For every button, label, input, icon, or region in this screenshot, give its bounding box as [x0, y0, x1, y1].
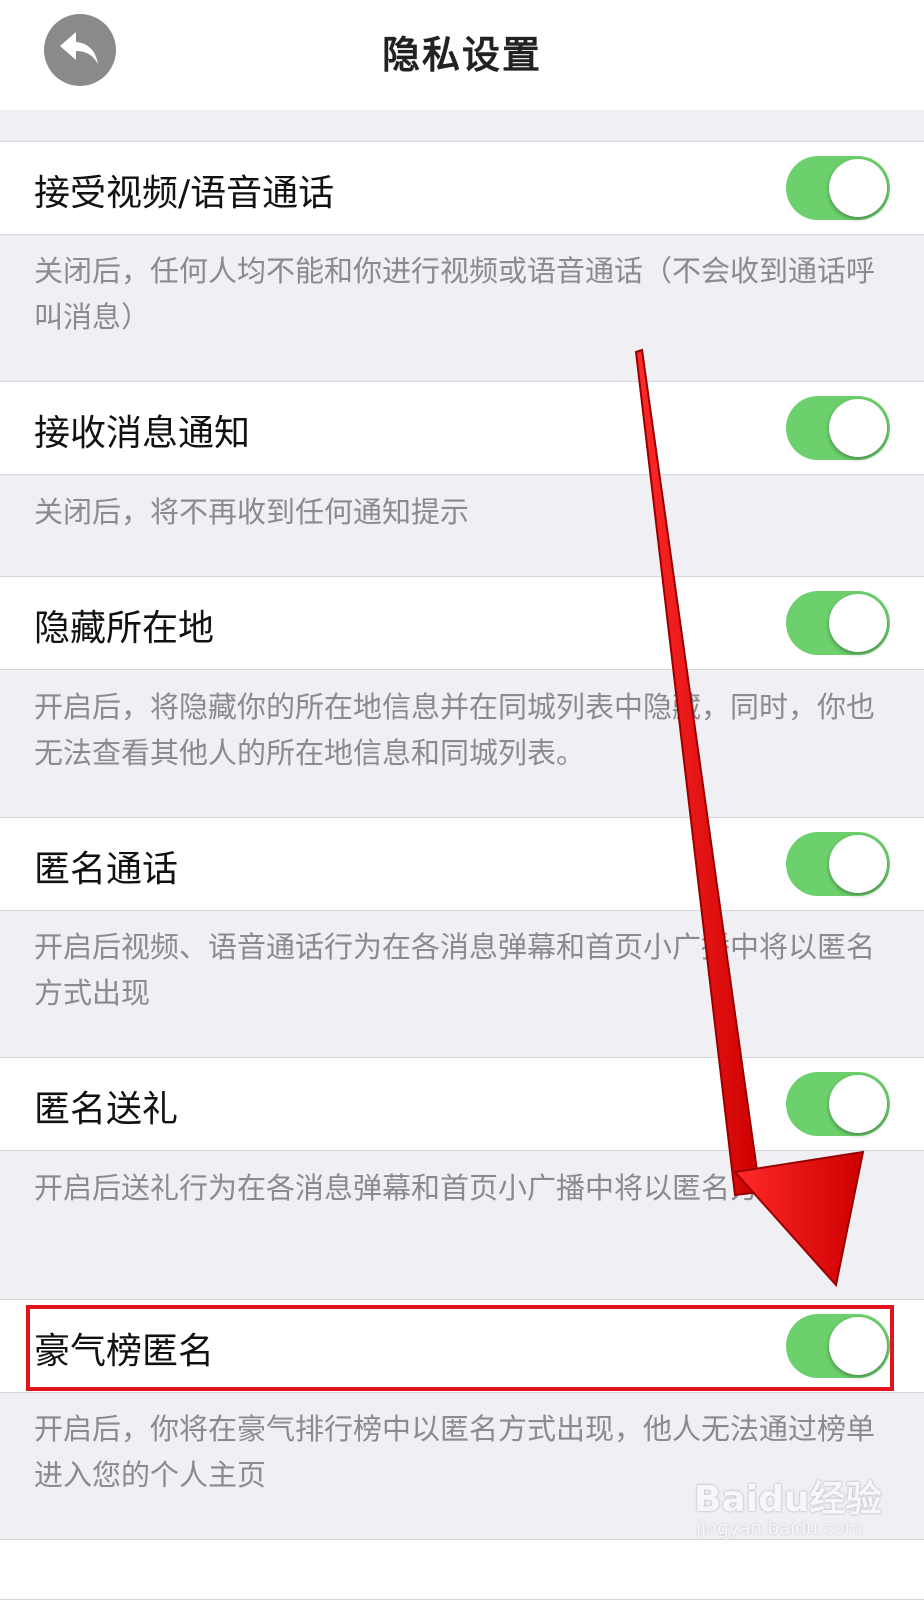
setting-row-hide-location: 隐藏所在地 — [0, 576, 924, 670]
nav-header: 隐私设置 — [0, 0, 924, 110]
setting-label: 豪气榜匿名 — [34, 1331, 215, 1372]
watermark-url: jingyan.baidu.com — [696, 1518, 863, 1539]
setting-description: 开启后送礼行为在各消息弹幕和首页小广播中将以匿名方式出现 — [34, 1171, 847, 1205]
setting-row-leaderboard-anonymous: 豪气榜匿名 — [0, 1299, 924, 1393]
setting-label: 匿名送礼 — [34, 1089, 179, 1130]
page-title: 隐私设置 — [381, 33, 542, 77]
watermark-logo: Baidu经验 — [694, 1479, 882, 1520]
toggle-knob — [829, 159, 887, 217]
setting-row-video-voice-call: 接受视频/语音通话 — [0, 141, 924, 235]
toggle-knob — [829, 399, 887, 457]
setting-description: 关闭后，将不再收到任何通知提示 — [34, 495, 470, 529]
setting-label: 匿名通话 — [34, 849, 179, 890]
baidu-watermark: Baidu经验 jingyan.baidu.com — [694, 1470, 894, 1550]
setting-row-message-notification: 接收消息通知 — [0, 381, 924, 475]
setting-description: 开启后，将隐藏你的所在地信息并在同城列表中隐藏，同时，你也无法查看其他人的所在地… — [34, 690, 876, 770]
setting-label: 隐藏所在地 — [34, 608, 215, 649]
setting-label: 接收消息通知 — [34, 413, 251, 454]
setting-label: 接受视频/语音通话 — [34, 173, 335, 214]
toggle-knob — [829, 1075, 887, 1133]
leaderboard-anonymous-toggle[interactable] — [786, 1314, 890, 1378]
hide-location-toggle[interactable] — [786, 591, 890, 655]
setting-row-anonymous-gift: 匿名送礼 — [0, 1057, 924, 1151]
toggle-knob — [829, 594, 887, 652]
toggle-knob — [829, 1317, 887, 1375]
video-voice-call-toggle[interactable] — [786, 156, 890, 220]
message-notification-toggle[interactable] — [786, 396, 890, 460]
anonymous-call-toggle[interactable] — [786, 832, 890, 896]
setting-description: 开启后视频、语音通话行为在各消息弹幕和首页小广播中将以匿名方式出现 — [34, 930, 876, 1010]
anonymous-gift-toggle[interactable] — [786, 1072, 890, 1136]
toggle-knob — [829, 835, 887, 893]
setting-description: 关闭后，任何人均不能和你进行视频或语音通话（不会收到通话呼叫消息） — [34, 254, 876, 334]
setting-row-anonymous-call: 匿名通话 — [0, 817, 924, 911]
